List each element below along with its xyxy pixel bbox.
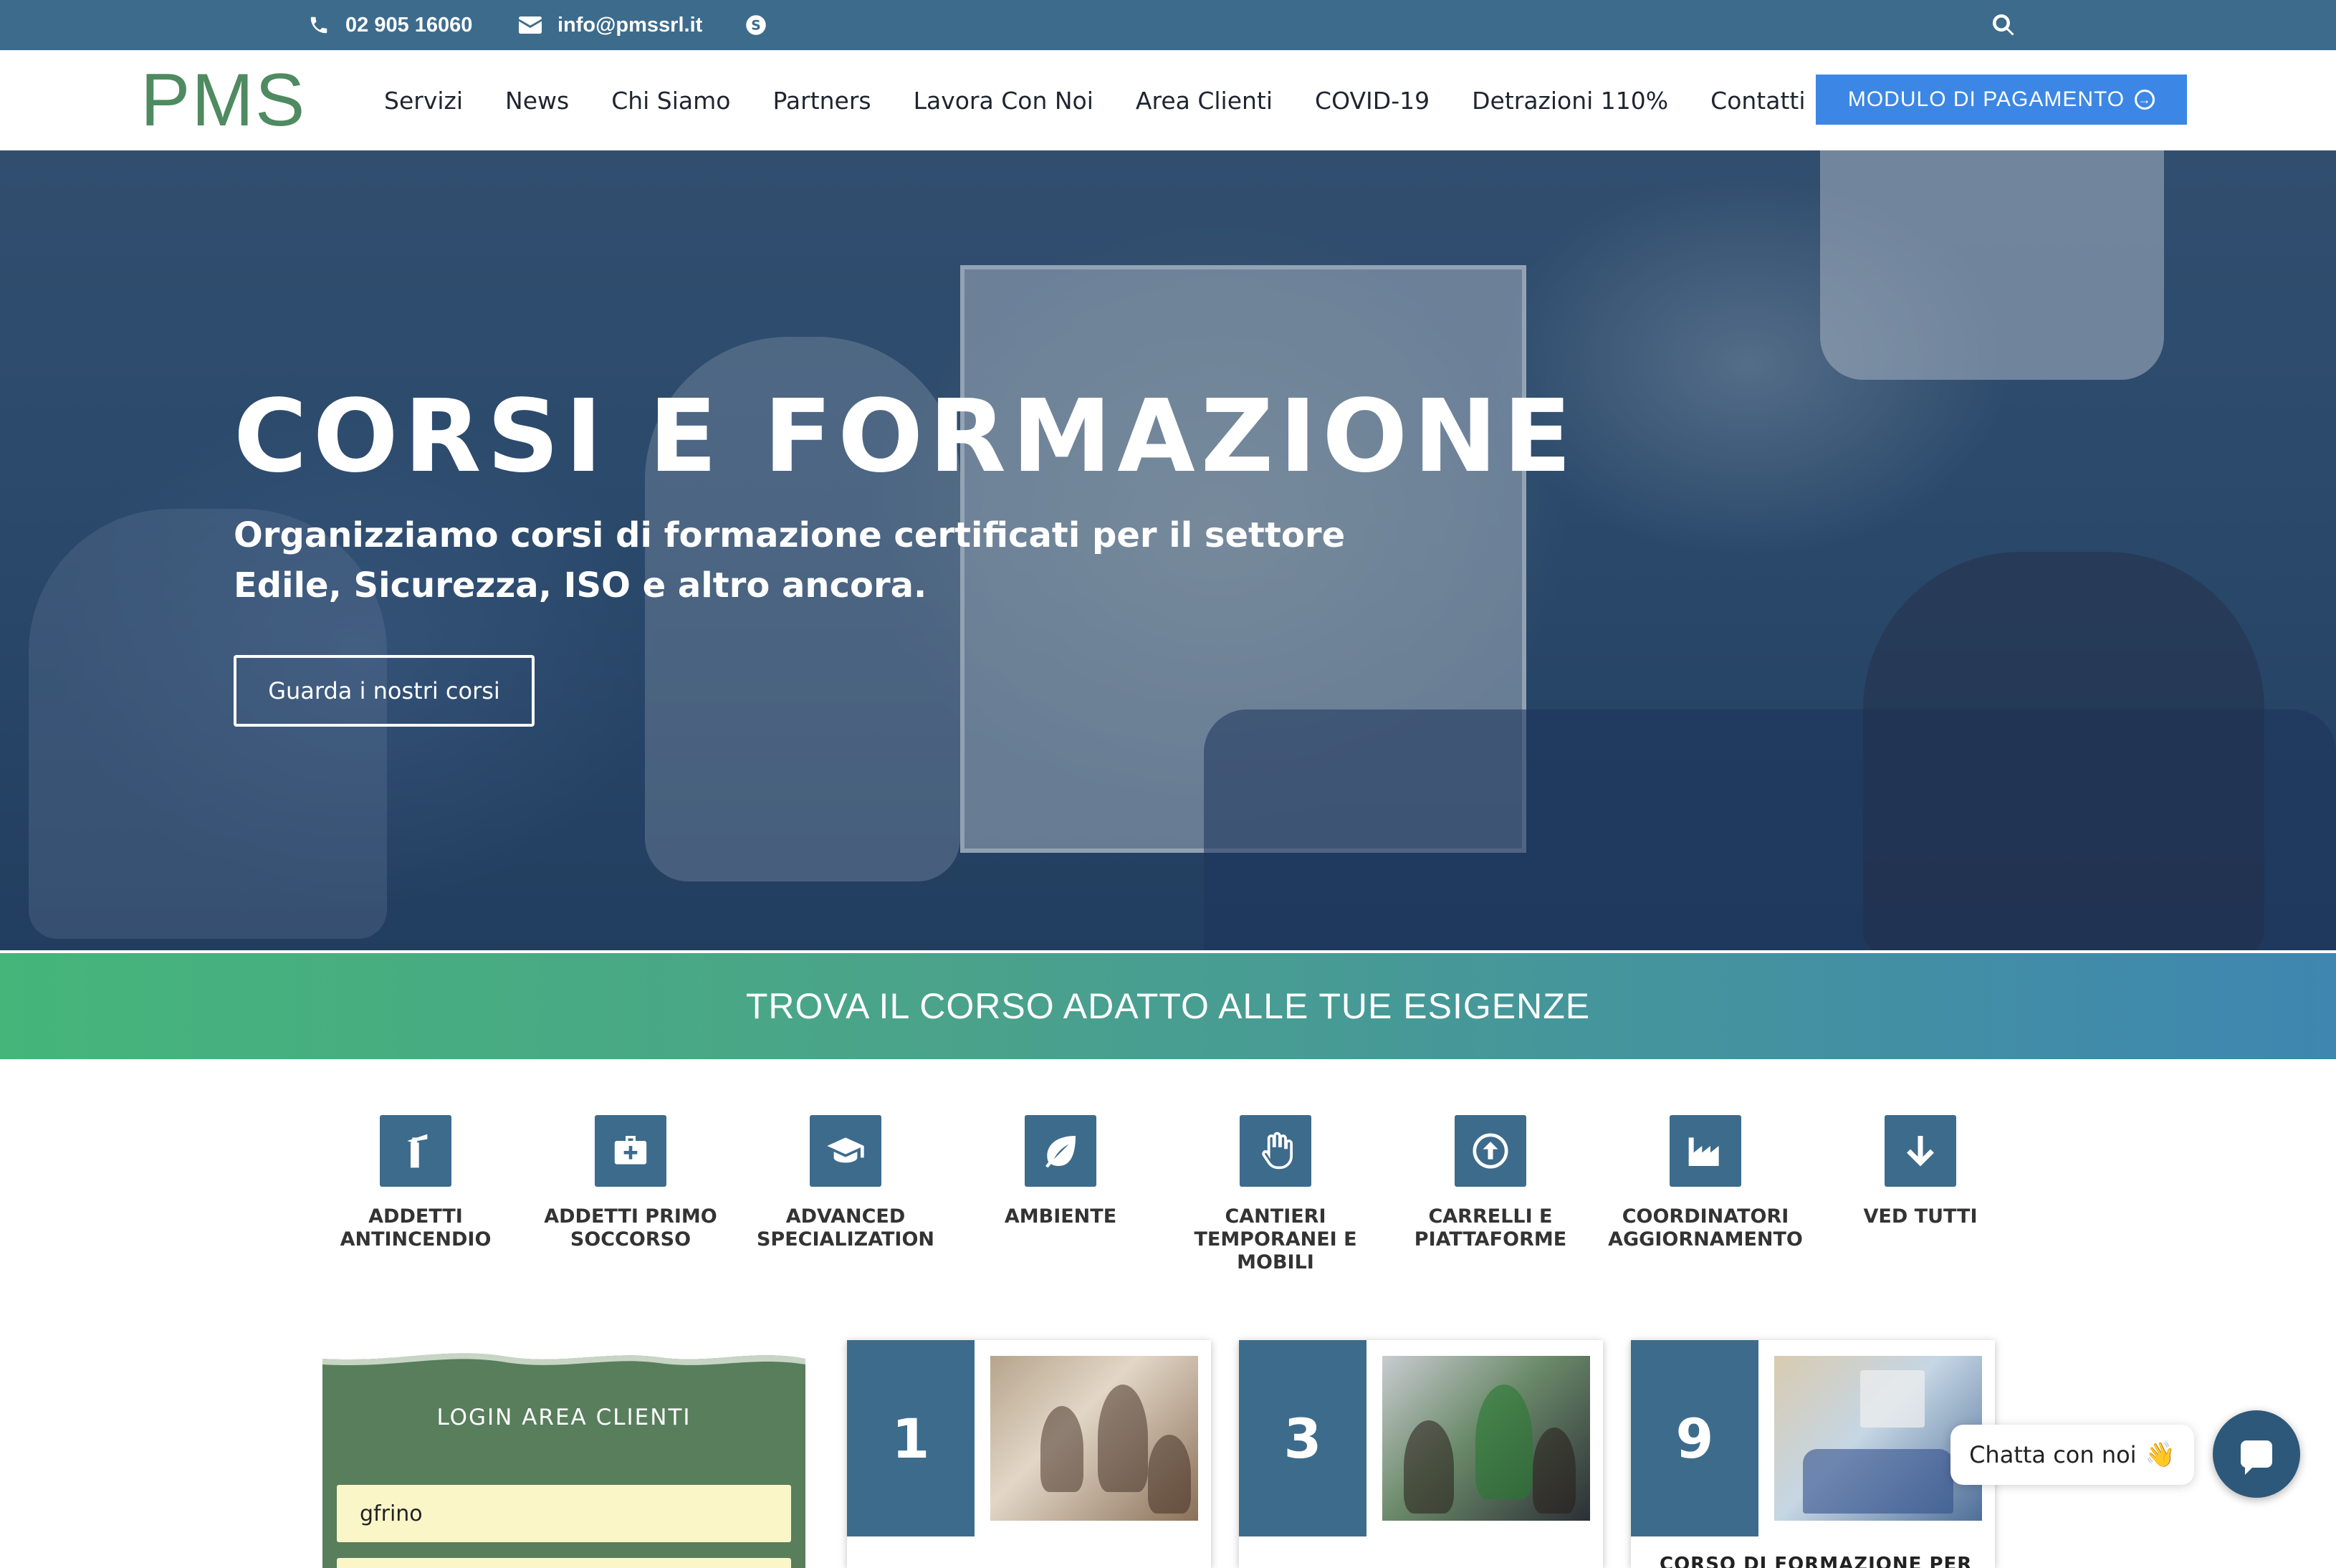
chat-icon (2241, 1440, 2272, 1475)
category-carrelli[interactable]: CARRELLI E PIATTAFORME (1383, 1115, 1598, 1251)
category-ambiente[interactable]: AMBIENTE (953, 1115, 1168, 1228)
category-cantieri[interactable]: CANTIERI TEMPORANEI E MOBILI (1168, 1115, 1383, 1274)
nav-link-servizi[interactable]: Servizi (384, 87, 463, 115)
category-label: AMBIENTE (1004, 1205, 1117, 1228)
main-navbar: PMS Servizi News Chi Siamo Partners Lavo… (0, 50, 2336, 150)
email-contact[interactable]: info@pmssrl.it (519, 0, 702, 50)
password-field[interactable] (337, 1558, 791, 1568)
nav-link-partners[interactable]: Partners (772, 87, 871, 115)
first-aid-kit-icon (614, 1136, 647, 1165)
nav-link-area-clienti[interactable]: Area Clienti (1136, 87, 1273, 115)
chat-bubble[interactable]: Chatta con noi 👋 (1950, 1425, 2194, 1485)
course-card[interactable]: 9 CORSO DI FORMAZIONE PER (1631, 1340, 1995, 1568)
phone-contact[interactable]: 02 905 16060 (308, 0, 472, 50)
chat-label: Chatta con noi (1969, 1441, 2137, 1468)
svg-text:S: S (751, 18, 761, 33)
arrow-down-icon (1907, 1136, 1934, 1167)
top-bar: 02 905 16060 info@pmssrl.it S (0, 0, 2336, 50)
card-image (990, 1356, 1198, 1521)
category-label: CARRELLI E PIATTAFORME (1414, 1205, 1567, 1251)
nav-link-news[interactable]: News (505, 87, 569, 115)
phone-icon (310, 16, 327, 34)
payment-form-button[interactable]: MODULO DI PAGAMENTO → (1816, 75, 2187, 125)
category-label: ADDETTI ANTINCENDIO (340, 1205, 492, 1251)
envelope-icon (519, 16, 542, 34)
chat-button[interactable] (2213, 1410, 2300, 1498)
category-label: CANTIERI TEMPORANEI E MOBILI (1194, 1205, 1357, 1273)
industry-icon (1688, 1137, 1719, 1166)
nav-link-covid-19[interactable]: COVID-19 (1315, 87, 1430, 115)
category-advanced-specialization[interactable]: ADVANCED SPECIALIZATION (738, 1115, 953, 1251)
category-label: ADVANCED SPECIALIZATION (756, 1205, 935, 1251)
fire-extinguisher-icon (407, 1134, 428, 1168)
category-label: ADDETTI PRIMO SOCCORSO (544, 1205, 717, 1251)
hand-icon (1262, 1132, 1293, 1170)
skype-link[interactable]: S (745, 0, 767, 50)
logo[interactable]: PMS (140, 63, 306, 138)
hero-subtitle: Organizziamo corsi di formazione certifi… (234, 515, 1346, 606)
search-button[interactable] (1991, 0, 2016, 50)
course-card[interactable]: 3 (1239, 1340, 1603, 1568)
login-title: LOGIN AREA CLIENTI (436, 1405, 691, 1430)
username-field[interactable]: gfrino (337, 1485, 791, 1542)
category-addetti-antincendio[interactable]: ADDETTI ANTINCENDIO (308, 1115, 523, 1251)
category-coordinatori[interactable]: COORDINATORI AGGIORNAMENTO (1598, 1115, 1813, 1251)
leaf-icon (1045, 1136, 1076, 1168)
card-title: CORSO DI FORMAZIONE PER (1660, 1554, 1973, 1568)
card-number: 1 (847, 1340, 975, 1536)
nav-link-chi-siamo[interactable]: Chi Siamo (611, 87, 730, 115)
hero-section: CORSI E FORMAZIONE Organizziamo corsi di… (0, 150, 2336, 950)
wave-decoration (322, 1344, 805, 1366)
email-address: info@pmssrl.it (557, 13, 703, 37)
category-label: VED TUTTI (1863, 1205, 1978, 1228)
arrow-right-circle-icon: → (2135, 90, 2155, 110)
payment-button-label: MODULO DI PAGAMENTO (1847, 87, 2125, 111)
card-number: 3 (1239, 1340, 1366, 1536)
phone-number: 02 905 16060 (345, 13, 473, 37)
search-icon (1992, 14, 2014, 36)
course-categories: ADDETTI ANTINCENDIO ADDETTI PRIMO SOCCOR… (0, 1115, 2336, 1287)
arrow-up-circle-icon (1473, 1133, 1508, 1169)
course-card[interactable]: 1 (847, 1340, 1211, 1568)
login-panel: LOGIN AREA CLIENTI gfrino (322, 1344, 805, 1568)
card-image (1382, 1356, 1590, 1521)
view-courses-button[interactable]: Guarda i nostri corsi (234, 655, 535, 727)
nav-link-detrazioni[interactable]: Detrazioni 110% (1472, 87, 1668, 115)
graduation-cap-icon (827, 1137, 864, 1163)
category-label: COORDINATORI AGGIORNAMENTO (1608, 1205, 1803, 1251)
nav-link-contatti[interactable]: Contatti (1710, 87, 1805, 115)
nav-link-lavora-con-noi[interactable]: Lavora Con Noi (914, 87, 1093, 115)
skype-icon: S (746, 15, 766, 35)
waving-hand-icon: 👋 (2145, 1440, 2175, 1469)
category-ved-tutti[interactable]: VED TUTTI (1813, 1115, 2028, 1228)
find-course-banner: TROVA IL CORSO ADATTO ALLE TUE ESIGENZE (0, 953, 2336, 1059)
nav-links: Servizi News Chi Siamo Partners Lavora C… (384, 50, 1848, 150)
category-addetti-primo-soccorso[interactable]: ADDETTI PRIMO SOCCORSO (523, 1115, 738, 1251)
hero-title: CORSI E FORMAZIONE (234, 378, 1578, 495)
card-number: 9 (1631, 1340, 1758, 1536)
